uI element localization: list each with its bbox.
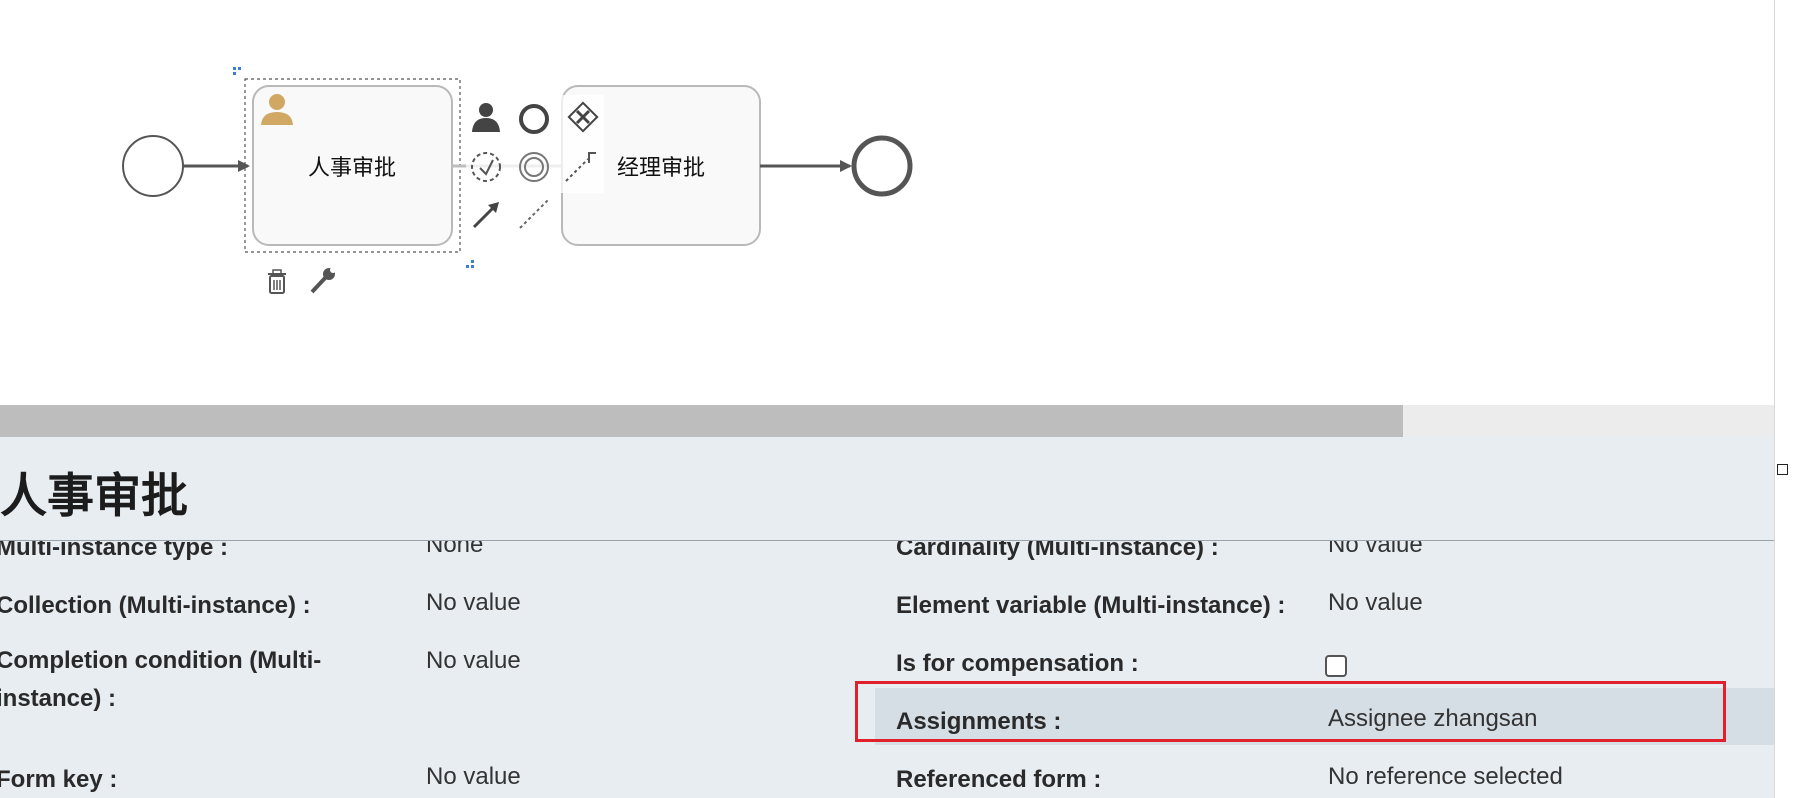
task-hr-label: 人事审批: [308, 156, 396, 181]
is-for-compensation-label: Is for compensation :: [896, 650, 1139, 677]
resize-handle-top-left[interactable]: [233, 67, 241, 75]
resize-handle-bottom-right[interactable]: [466, 260, 474, 268]
sequence-flow-icon[interactable]: [472, 202, 499, 229]
multi-instance-type-value[interactable]: None: [426, 541, 483, 559]
element-variable-label: Element variable (Multi-instance) :: [896, 592, 1286, 619]
association-icon[interactable]: [519, 199, 549, 229]
form-key-label: Form key :: [0, 766, 118, 793]
horizontal-scrollbar-thumb[interactable]: [0, 405, 1403, 437]
is-for-compensation-checkbox[interactable]: [1325, 655, 1347, 677]
multi-instance-type-label: Multi-instance type :: [0, 541, 229, 561]
assignments-highlight-box: [855, 681, 1726, 742]
task-manager-label: 经理审批: [617, 156, 705, 181]
task-hr-approval[interactable]: 人事审批: [244, 78, 461, 253]
start-event[interactable]: [122, 135, 184, 197]
properties-grid: Multi-instance type : None Cardinality (…: [0, 541, 1774, 798]
properties-panel: 人事审批 Multi-instance type : None Cardinal…: [0, 437, 1774, 798]
end-event[interactable]: [851, 135, 913, 197]
bpmn-canvas[interactable]: 人事审批 经理审批: [0, 0, 1774, 405]
bpmn-diagram[interactable]: 人事审批 经理审批: [0, 0, 1774, 405]
form-key-value[interactable]: No value: [426, 763, 521, 791]
splitter-handle[interactable]: [1777, 464, 1788, 475]
collection-label: Collection (Multi-instance) :: [0, 592, 311, 619]
cardinality-value[interactable]: No value: [1328, 541, 1423, 559]
completion-condition-label: Completion condition (Multi-instance) :: [0, 647, 322, 712]
collection-value[interactable]: No value: [426, 589, 521, 617]
completion-condition-value[interactable]: No value: [426, 647, 521, 675]
referenced-form-value[interactable]: No reference selected: [1328, 763, 1563, 791]
vertical-splitter[interactable]: [1774, 0, 1793, 798]
delete-icon[interactable]: [268, 269, 286, 294]
panel-title: 人事审批: [0, 469, 188, 524]
wrench-icon[interactable]: [310, 267, 336, 294]
element-variable-value[interactable]: No value: [1328, 589, 1423, 617]
referenced-form-label: Referenced form :: [896, 766, 1102, 793]
cardinality-label: Cardinality (Multi-instance) :: [896, 541, 1219, 561]
